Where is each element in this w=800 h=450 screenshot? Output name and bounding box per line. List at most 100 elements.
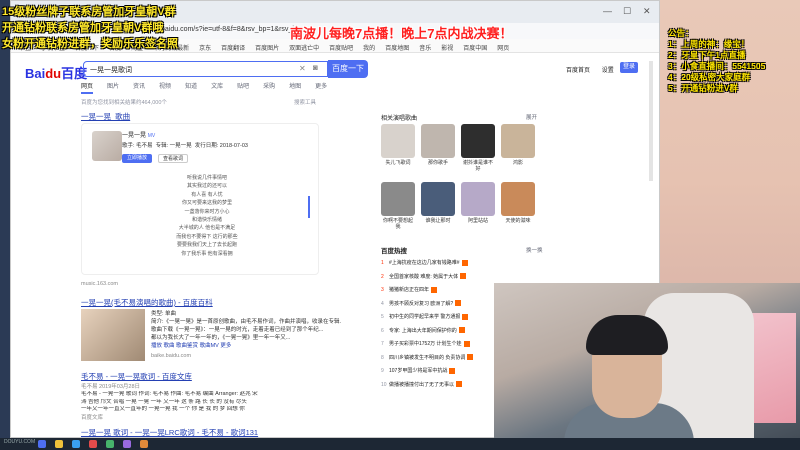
baidu-logo[interactable]: Baidu百度: [25, 63, 87, 82]
bookmark-item[interactable]: 影视: [441, 46, 453, 52]
artist-card[interactable]: 鸿影: [501, 124, 535, 166]
expand-link[interactable]: 展开: [526, 113, 537, 121]
search-input[interactable]: 一晃一晃歌词: [83, 61, 328, 77]
hot-text[interactable]: 107岁甲国少将是军中抗战: [389, 368, 447, 374]
hot-text[interactable]: 初中生的同学起早来学 警方通报: [389, 314, 460, 320]
artist-card[interactable]: 谁我让那时: [421, 182, 455, 224]
artist-photo[interactable]: [501, 182, 535, 216]
settings-link[interactable]: 设置: [602, 68, 614, 74]
artist-name[interactable]: 鸿影: [501, 160, 535, 166]
tab-1[interactable]: 图片: [107, 84, 119, 90]
artist-photo[interactable]: [461, 182, 495, 216]
maximize-icon[interactable]: ☐: [623, 6, 631, 17]
lyrics-button[interactable]: 查看歌词: [158, 154, 188, 163]
hot-text[interactable]: 男子买彩票中1752万 计划生个娃: [389, 341, 462, 347]
mv-tag: MV: [147, 133, 156, 139]
app-icon[interactable]: [140, 440, 148, 448]
app-icon[interactable]: [106, 440, 114, 448]
bookmark-item[interactable]: 京东: [199, 46, 211, 52]
artist-card[interactable]: 谢抖谁是谁不好: [461, 124, 495, 172]
artist-photo[interactable]: [421, 182, 455, 216]
browser-icon[interactable]: [72, 440, 80, 448]
lyrics-scrollbar[interactable]: [308, 196, 310, 218]
bookmark-item[interactable]: 百度翻译: [221, 46, 245, 52]
app-icon[interactable]: [123, 440, 131, 448]
tab-5[interactable]: 文库: [211, 84, 223, 90]
artist-card[interactable]: 阿里站站: [461, 182, 495, 224]
bookmark-item[interactable]: 音乐: [419, 46, 431, 52]
artist-name[interactable]: 谁我让那时: [421, 218, 455, 224]
hot-search-item[interactable]: 6 专家: 上海出大年期间保护你的: [381, 327, 465, 334]
clear-icon[interactable]: ✕: [299, 64, 306, 73]
play-button[interactable]: 立即播放: [122, 154, 152, 163]
bookmark-item[interactable]: 百度贴吧: [329, 46, 353, 52]
refresh-link[interactable]: 换一换: [526, 246, 543, 254]
hot-search-item[interactable]: 3 猪猪新店正在四年: [381, 286, 438, 293]
camera-icon[interactable]: ◙: [313, 63, 318, 72]
folder-icon[interactable]: [55, 440, 63, 448]
hot-text[interactable]: 全国首家核酸 难度: 她属于大体: [389, 274, 458, 280]
url-text[interactable]: baidu.com/s?ie=utf-8&f=8&rsv_bp=1&rsv_id…: [161, 26, 301, 33]
bookmark-item[interactable]: 百度地图: [385, 46, 409, 52]
hot-text[interactable]: 男孩不顾反对复习 欧洲了解?: [389, 301, 453, 307]
page-scrollbar[interactable]: [649, 61, 653, 181]
artist-name[interactable]: 你啊不要想起我: [381, 218, 415, 230]
search-button[interactable]: 百度一下: [328, 60, 368, 78]
hot-search-item[interactable]: 8 四川乡镇被发生不明目的 负责协调: [381, 354, 474, 361]
windows-start-icon[interactable]: [38, 440, 46, 448]
hot-text[interactable]: 做播被播撞付出了无了无事以: [389, 382, 454, 388]
hot-search-item[interactable]: 9 107岁甲国少将是军中抗战: [381, 367, 456, 374]
search-tools[interactable]: 搜索工具: [294, 98, 316, 106]
hot-text[interactable]: 猪猪新店正在四年: [389, 287, 429, 293]
artist-name[interactable]: 阿里站站: [461, 218, 495, 224]
artist-photo[interactable]: [381, 124, 415, 158]
baike-image[interactable]: [81, 309, 145, 361]
hot-search-item[interactable]: 5 初中生的同学起早来学 警方通报: [381, 313, 469, 320]
tab-8[interactable]: 地图: [289, 84, 301, 90]
bookmark-item[interactable]: 百度图片: [255, 46, 279, 52]
artist-photo[interactable]: [461, 124, 495, 158]
tab-7[interactable]: 采购: [263, 84, 275, 90]
tab-0[interactable]: 网页: [81, 84, 94, 94]
artist-name[interactable]: 天使的滋味: [501, 218, 535, 224]
tab-4[interactable]: 知道: [185, 84, 197, 90]
home-link[interactable]: 百度首页: [566, 68, 590, 74]
artist-photo[interactable]: [381, 182, 415, 216]
hot-text[interactable]: 专家: 上海出大年期间保护你的: [389, 328, 457, 334]
hot-search-item[interactable]: 7 男子买彩票中1752万 计划生个娃: [381, 340, 470, 347]
login-button[interactable]: 登录: [620, 62, 638, 73]
hot-text[interactable]: #上海抗疫在这边几家有钱路难#: [389, 260, 460, 266]
tab-6[interactable]: 贴吧: [237, 84, 249, 90]
bookmark-item[interactable]: 我的: [363, 46, 375, 52]
header-links[interactable]: 百度首页 设置: [566, 65, 624, 74]
bookmark-item[interactable]: 网页: [497, 46, 509, 52]
artist-photo[interactable]: [421, 124, 455, 158]
artist-card[interactable]: 那你歌手: [421, 124, 455, 166]
minimize-icon[interactable]: —: [603, 6, 612, 16]
result-title[interactable]: 毛不易 - 一晃一晃歌词 - 百度文库: [81, 371, 192, 382]
artist-card[interactable]: 失儿飞歌词: [381, 124, 415, 166]
result-title[interactable]: 一晃一晃(毛不易演唱的歌曲) - 百度百科: [81, 297, 213, 308]
bookmark-item[interactable]: 百度中国: [463, 46, 487, 52]
hot-search-item[interactable]: 4 男孩不顾反对复习 欧洲了解?: [381, 300, 462, 307]
close-icon[interactable]: ✕: [643, 6, 651, 17]
bookmark-item[interactable]: 双面逃亡中: [289, 46, 319, 52]
artist-photo[interactable]: [501, 124, 535, 158]
tab-9[interactable]: 更多: [315, 84, 327, 90]
tab-3[interactable]: 视频: [159, 84, 171, 90]
artist-name[interactable]: 那你歌手: [421, 160, 455, 166]
hot-search-item[interactable]: 1 #上海抗疫在这边几家有钱路难#: [381, 259, 468, 266]
result-title[interactable]: 一晃一晃 歌词 - 一晃一晃LRC歌词 - 毛不易 - 歌词131: [81, 427, 258, 437]
tab-2[interactable]: 资讯: [133, 84, 145, 90]
search-tabs[interactable]: 网页 图片 资讯 视频 知道 文库 贴吧 采购 地图 更多: [81, 81, 341, 94]
artist-card[interactable]: 天使的滋味: [501, 182, 535, 224]
hot-search-item[interactable]: 10 做播被播撞付出了无了无事以: [381, 381, 463, 388]
artist-name[interactable]: 谢抖谁是谁不好: [461, 160, 495, 172]
app-icon[interactable]: [89, 440, 97, 448]
hot-search-item[interactable]: 2 全国首家核酸 难度: 她属于大体: [381, 273, 467, 280]
album-cover[interactable]: [92, 131, 122, 161]
result-title[interactable]: 一晃一晃_歌曲: [81, 111, 130, 122]
artist-name[interactable]: 失儿飞歌词: [381, 160, 415, 166]
hot-text[interactable]: 四川乡镇被发生不明目的 负责协调: [389, 355, 465, 361]
artist-card[interactable]: 你啊不要想起我: [381, 182, 415, 230]
